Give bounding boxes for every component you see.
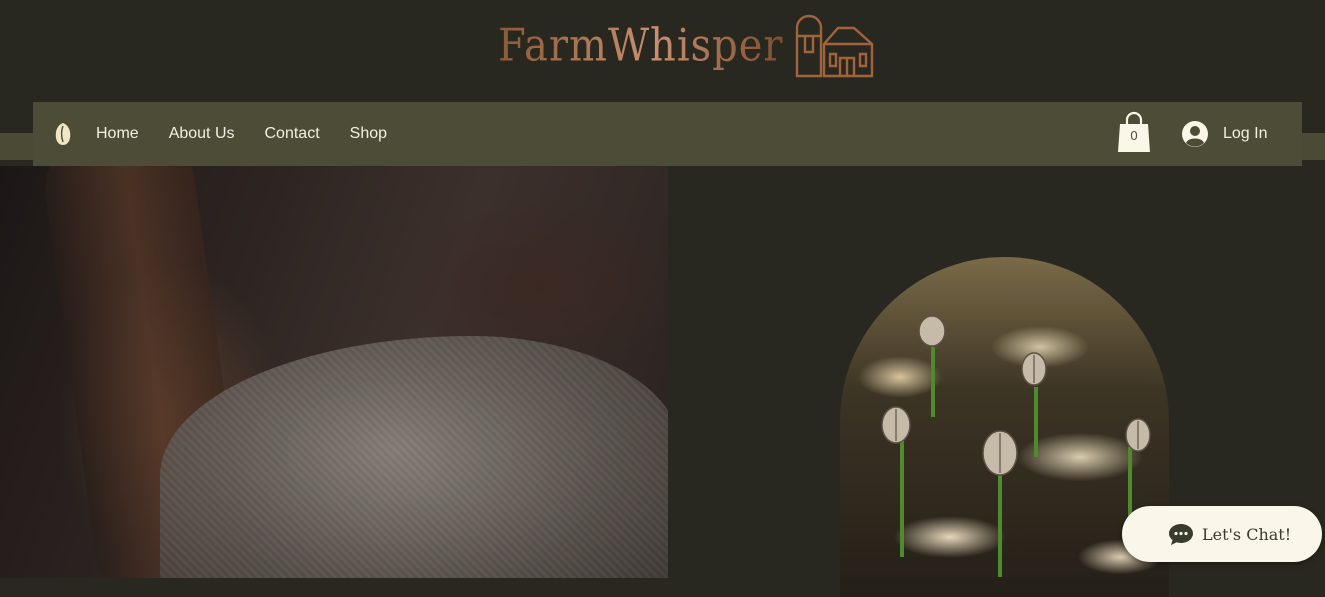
cart-count: 0 (1130, 128, 1138, 143)
login-label: Log In (1223, 125, 1268, 142)
nav-links: Home About Us Contact Shop (96, 102, 417, 166)
silo-barn-icon (795, 14, 873, 78)
hero-image-coffee-sack (0, 166, 668, 578)
nav-link-about-us[interactable]: About Us (169, 125, 235, 143)
nav-side-strip-left (0, 133, 33, 160)
brand-name: FarmWhisper (498, 20, 784, 72)
chat-label: Let's Chat! (1202, 524, 1292, 544)
nav-side-strip-right (1302, 133, 1325, 160)
cart-button[interactable]: 0 (1117, 110, 1151, 154)
seed-icon[interactable] (53, 121, 73, 147)
nav-link-shop[interactable]: Shop (350, 125, 387, 143)
chat-bubble-icon (1169, 524, 1193, 545)
site-logo[interactable]: FarmWhisper (498, 10, 874, 82)
lets-chat-button[interactable]: Let's Chat! (1122, 506, 1322, 562)
hero-image-sack-shape (160, 336, 668, 578)
user-avatar-icon (1182, 121, 1208, 147)
main-navbar: Home About Us Contact Shop 0 Log In (33, 102, 1302, 166)
seedling-sprouts-illustration (881, 315, 1151, 577)
nav-link-contact[interactable]: Contact (265, 125, 320, 143)
seedlings-arch-image (840, 257, 1169, 597)
nav-link-home[interactable]: Home (96, 125, 139, 143)
login-button[interactable]: Log In (1181, 118, 1267, 150)
